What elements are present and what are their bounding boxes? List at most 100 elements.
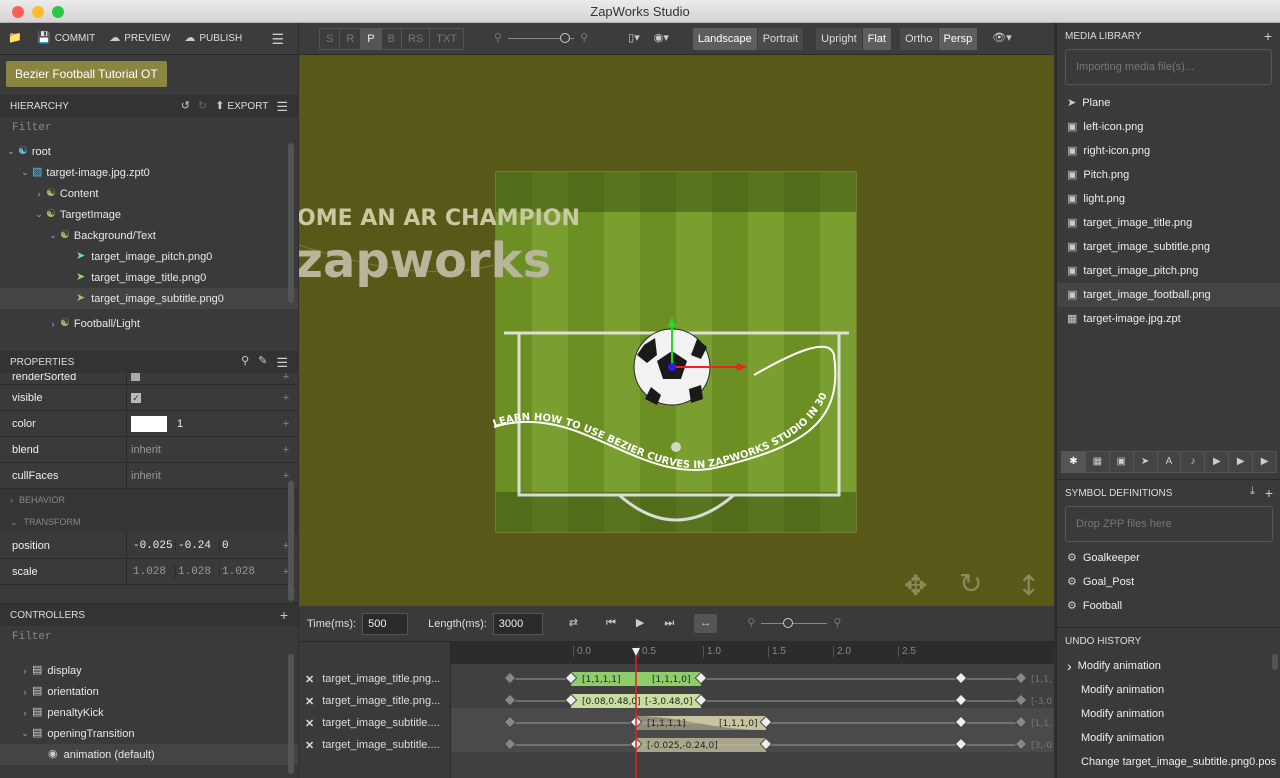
- media-item[interactable]: ▣ left-icon.png: [1057, 115, 1280, 139]
- chevron-down-icon[interactable]: ⌄: [18, 167, 32, 178]
- controller-openingtransition[interactable]: ⌄ ▤ openingTransition: [0, 723, 298, 744]
- undo-item[interactable]: Modify animation: [1057, 726, 1280, 750]
- persp-button[interactable]: Persp: [938, 27, 979, 50]
- add-keyframe-icon[interactable]: +: [274, 418, 298, 430]
- font-tab[interactable]: A: [1158, 452, 1182, 472]
- keyframe-canvas[interactable]: [1,1,1,1] [1,1,1,0] [0.08,0.48,0] [-3,0.…: [451, 642, 1054, 778]
- edit-icon[interactable]: ✎: [258, 355, 267, 369]
- controllers-scrollbar[interactable]: [288, 654, 294, 774]
- skip-forward-icon[interactable]: ⏭: [664, 618, 674, 629]
- add-keyframe-icon[interactable]: +: [274, 566, 298, 578]
- media-import-dropzone[interactable]: Importing media file(s)...: [1065, 49, 1272, 85]
- tree-node-root[interactable]: ⌄ ☯ root: [0, 141, 298, 162]
- add-keyframe-icon[interactable]: +: [274, 373, 298, 383]
- media-item[interactable]: ▣ right-icon.png: [1057, 139, 1280, 163]
- scale-z-input[interactable]: 1.028: [219, 565, 263, 578]
- media-item[interactable]: ▦ target-image.jpg.zpt: [1057, 307, 1280, 331]
- media-item[interactable]: ▣ light.png: [1057, 187, 1280, 211]
- zoom-out-icon[interactable]: ⚲: [747, 618, 755, 629]
- plane-tab[interactable]: ➤: [1134, 452, 1158, 472]
- add-keyframe-icon[interactable]: +: [274, 540, 298, 552]
- media-item[interactable]: ▣ Pitch.png: [1057, 163, 1280, 187]
- ortho-button[interactable]: Ortho: [899, 27, 939, 50]
- scene-viewport[interactable]: OME AN AR CHAMPION zapworks LEARN HOW TO…: [299, 55, 1054, 606]
- alpha-value[interactable]: 1: [177, 418, 183, 430]
- undo-item[interactable]: Modify animation: [1057, 702, 1280, 726]
- viewport-rotate-icon[interactable]: ↻: [959, 567, 982, 600]
- chevron-right-icon[interactable]: ›: [32, 189, 46, 199]
- position-z-input[interactable]: 0: [219, 539, 263, 552]
- folder-icon[interactable]: 📁: [8, 33, 28, 44]
- mode-b-button[interactable]: B: [382, 28, 402, 49]
- scale-y-input[interactable]: 1.028: [175, 565, 219, 578]
- checkbox[interactable]: [131, 373, 140, 381]
- track-row[interactable]: ✕ target_image_subtitle....: [299, 734, 449, 756]
- portrait-button[interactable]: Portrait: [757, 27, 805, 50]
- audio-tab[interactable]: ♪: [1181, 452, 1206, 472]
- controllers-filter-input[interactable]: Filter: [0, 626, 298, 648]
- zoom-out-icon[interactable]: ⚲: [494, 33, 502, 44]
- video-tab[interactable]: ▶: [1205, 452, 1230, 472]
- redo-icon[interactable]: ↻: [198, 100, 207, 112]
- zoom-slider-handle[interactable]: [560, 32, 571, 43]
- globe-icon[interactable]: ◉▾: [654, 33, 669, 44]
- chevron-right-icon[interactable]: ›: [18, 708, 32, 718]
- undo-item[interactable]: Modify animation: [1057, 678, 1280, 702]
- zoom-slider[interactable]: [508, 32, 575, 45]
- track-row[interactable]: ✕ target_image_title.png...: [299, 690, 449, 712]
- tree-node-pitch[interactable]: ➤ target_image_pitch.png0: [0, 246, 298, 267]
- add-icon[interactable]: +: [1264, 29, 1272, 43]
- controller-orientation[interactable]: › ▤ orientation: [0, 681, 298, 702]
- download-icon[interactable]: ⤓: [1250, 486, 1255, 500]
- color-swatch[interactable]: [131, 415, 167, 432]
- add-icon[interactable]: +: [1265, 486, 1273, 500]
- time-input[interactable]: 500: [362, 612, 409, 635]
- publish-button[interactable]: ☁ PUBLISH: [179, 33, 247, 45]
- hierarchy-scrollbar[interactable]: [288, 143, 294, 303]
- property-value[interactable]: inherit: [126, 437, 274, 462]
- media-item[interactable]: ➤ Plane: [1057, 91, 1280, 115]
- gizmo-origin[interactable]: [668, 363, 676, 371]
- playhead-handle[interactable]: [632, 648, 640, 656]
- file-tab[interactable]: ▦: [1086, 452, 1110, 472]
- symbol-item[interactable]: ⚙ Goalkeeper: [1057, 546, 1280, 570]
- properties-scrollbar[interactable]: [288, 481, 294, 601]
- property-value[interactable]: inherit: [126, 463, 274, 488]
- close-window-button[interactable]: [12, 6, 24, 18]
- remove-track-icon[interactable]: ✕: [305, 739, 314, 752]
- viewport-move-icon[interactable]: ✥: [904, 569, 927, 602]
- media-item[interactable]: ▣ target_image_football.png: [1057, 283, 1280, 307]
- controller-animation-default[interactable]: ◉ animation (default): [0, 744, 298, 765]
- chevron-down-icon[interactable]: ⌄: [18, 728, 32, 739]
- video-tab-3[interactable]: ▶: [1253, 452, 1276, 472]
- undo-item[interactable]: Change target_image_subtitle.png0.pos: [1057, 750, 1280, 774]
- chevron-down-icon[interactable]: ⌄: [46, 230, 60, 241]
- menu-icon[interactable]: ☰: [276, 100, 288, 113]
- menu-icon[interactable]: ☰: [271, 32, 284, 46]
- track-row[interactable]: ✕ target_image_title.png...: [299, 668, 449, 690]
- track-row[interactable]: ✕ target_image_subtitle....: [299, 712, 449, 734]
- search-icon[interactable]: ⚲: [241, 355, 249, 369]
- video-tab-2[interactable]: ▶: [1229, 452, 1254, 472]
- play-icon[interactable]: ▶: [636, 618, 644, 629]
- tree-node-football-light[interactable]: › ☯ Football/Light: [0, 313, 298, 334]
- length-input[interactable]: 3000: [492, 612, 543, 635]
- add-keyframe-icon[interactable]: +: [274, 392, 298, 404]
- mode-s-button[interactable]: S: [320, 28, 341, 49]
- media-item[interactable]: ▣ target_image_pitch.png: [1057, 259, 1280, 283]
- timeline-zoom-handle[interactable]: [783, 617, 794, 628]
- symbol-item[interactable]: ⚙ Football: [1057, 594, 1280, 618]
- remove-track-icon[interactable]: ✕: [305, 717, 314, 730]
- viewport-scale-icon[interactable]: ↕: [1017, 569, 1040, 602]
- undo-scrollbar[interactable]: [1272, 654, 1278, 670]
- undo-icon[interactable]: ↺: [181, 100, 190, 112]
- commit-button[interactable]: 💾 COMMIT: [32, 33, 100, 45]
- tree-node-target-image[interactable]: ⌄ ▧ target-image.jpg.zpt0: [0, 162, 298, 183]
- zoom-window-button[interactable]: [52, 6, 64, 18]
- fit-range-icon[interactable]: ↔: [694, 614, 718, 633]
- timeline-zoom-slider[interactable]: [761, 617, 828, 630]
- device-icon[interactable]: ▯▾: [628, 33, 640, 44]
- chevron-down-icon[interactable]: ⌄: [4, 146, 18, 157]
- all-media-tab[interactable]: ✱: [1062, 452, 1086, 472]
- remove-track-icon[interactable]: ✕: [305, 673, 314, 686]
